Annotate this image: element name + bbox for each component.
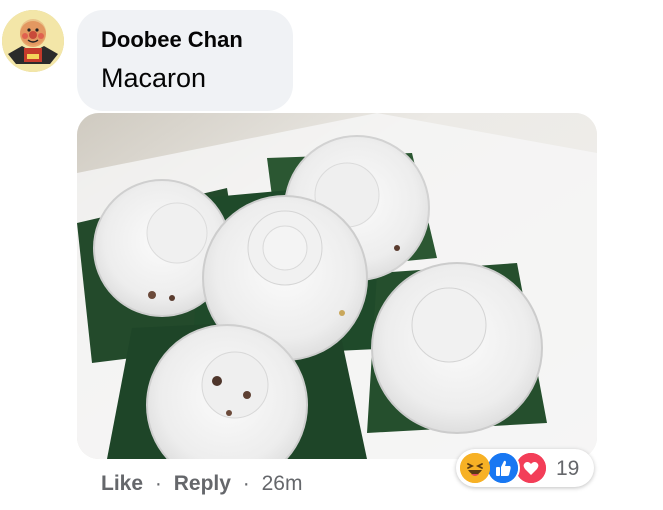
comment-text: Macaron	[101, 63, 207, 93]
separator-dot: ·	[154, 472, 162, 495]
comment-author[interactable]: Doobee Chan	[101, 27, 243, 53]
haha-icon	[460, 453, 490, 483]
comment-photo[interactable]	[77, 113, 597, 459]
reaction-count: 19	[556, 457, 580, 480]
kuih-photo-image	[77, 113, 597, 459]
separator-dot: ·	[242, 472, 250, 495]
like-link[interactable]: Like	[101, 472, 143, 495]
comment-timestamp[interactable]: 26m	[262, 472, 303, 495]
reaction-summary[interactable]: 19	[456, 449, 594, 487]
avatar[interactable]	[2, 10, 64, 72]
love-icon	[516, 453, 546, 483]
like-icon	[488, 453, 518, 483]
comment-bubble: Doobee Chan Macaron	[77, 10, 293, 111]
cartoon-avatar-icon	[2, 10, 64, 72]
comment-actions: Like · Reply · 26m	[101, 472, 302, 496]
reply-link[interactable]: Reply	[174, 472, 231, 495]
